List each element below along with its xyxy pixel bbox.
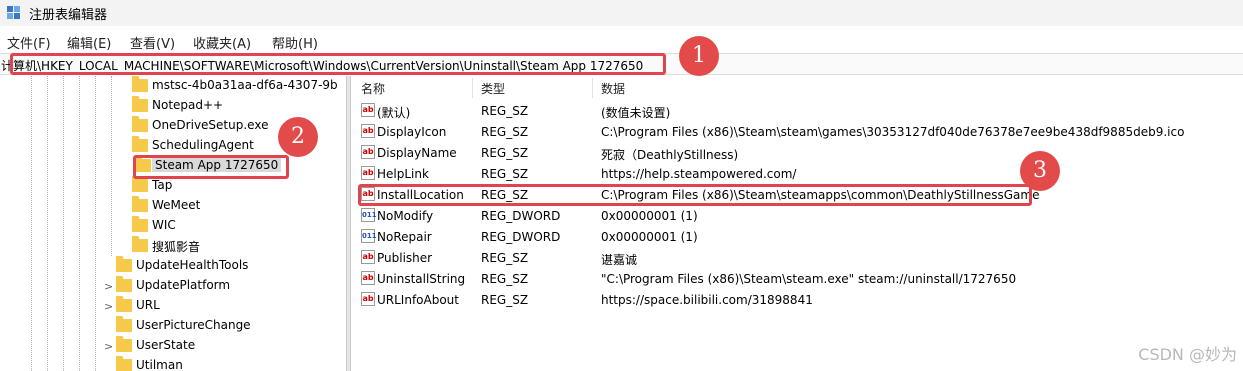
expand-chevron-icon[interactable]: > <box>104 340 113 353</box>
tree-highlight-box <box>133 155 289 179</box>
string-value-icon: ab <box>361 271 375 285</box>
folder-icon <box>132 96 148 112</box>
folder-icon <box>116 356 132 371</box>
regedit-icon <box>7 6 21 20</box>
watermark: CSDN @妙为 <box>1138 345 1237 364</box>
string-value-icon: ab <box>361 250 375 264</box>
folder-icon <box>132 176 148 192</box>
dword-value-icon: 011 <box>361 229 377 243</box>
column-header-data[interactable]: 数据 <box>601 80 625 97</box>
menu-favorites[interactable]: 收藏夹(A) <box>193 33 251 52</box>
folder-icon <box>116 296 132 312</box>
value-row[interactable]: ab DisplayName REG_SZ 死寂（DeathlyStillness) <box>352 143 1243 164</box>
folder-icon <box>132 136 148 152</box>
column-header-name[interactable]: 名称 <box>361 80 385 97</box>
value-row[interactable]: 011 NoRepair REG_DWORD 0x00000001 (1) <box>352 227 1243 248</box>
expand-chevron-icon[interactable]: > <box>104 280 113 293</box>
title-bar: 注册表编辑器 <box>0 0 1243 26</box>
annotation-badge-3: 3 <box>1020 151 1060 191</box>
folder-icon <box>132 196 148 212</box>
value-row[interactable]: 011 NoModify REG_DWORD 0x00000001 (1) <box>352 206 1243 227</box>
expand-chevron-icon[interactable]: > <box>104 300 113 313</box>
pane-splitter[interactable] <box>346 76 351 371</box>
window-title: 注册表编辑器 <box>29 8 108 23</box>
folder-icon <box>116 276 132 292</box>
install-location-highlight-box <box>358 184 1032 206</box>
menu-file[interactable]: 文件(F) <box>7 33 51 52</box>
folder-icon <box>132 216 148 232</box>
menu-edit[interactable]: 编辑(E) <box>67 33 111 52</box>
string-value-icon: ab <box>361 124 375 138</box>
string-value-icon: ab <box>361 166 375 180</box>
folder-icon <box>116 256 132 272</box>
folder-icon <box>116 316 132 332</box>
value-row[interactable]: ab URLInfoAbout REG_SZ https://space.bilibi… <box>352 290 1243 311</box>
menu-help[interactable]: 帮助(H) <box>272 33 318 52</box>
folder-icon <box>116 336 132 352</box>
annotation-badge-1: 1 <box>679 36 719 76</box>
address-highlight-box <box>10 53 666 75</box>
dword-value-icon: 011 <box>361 208 377 222</box>
folder-icon <box>132 116 148 132</box>
value-row[interactable]: ab (默认) REG_SZ (数值未设置) <box>352 101 1243 122</box>
column-header-type[interactable]: 类型 <box>481 80 505 97</box>
annotation-badge-2: 2 <box>278 117 318 157</box>
values-list: 名称 类型 数据 ab (默认) REG_SZ (数值未设置) ab DisplayIc… <box>352 76 1243 371</box>
string-value-icon: ab <box>361 103 375 117</box>
value-row[interactable]: ab DisplayIcon REG_SZ C:\Program Files (x86… <box>352 122 1243 143</box>
value-row[interactable]: ab UninstallString REG_SZ "C:\Program Files… <box>352 269 1243 290</box>
menu-view[interactable]: 查看(V) <box>130 33 175 52</box>
folder-icon <box>132 236 148 252</box>
string-value-icon: ab <box>361 292 375 306</box>
menu-bar: 文件(F) 编辑(E) 查看(V) 收藏夹(A) 帮助(H) <box>0 31 1243 52</box>
value-row[interactable]: ab Publisher REG_SZ 谌嘉诚 <box>352 248 1243 269</box>
folder-icon <box>132 76 148 92</box>
string-value-icon: ab <box>361 145 375 159</box>
value-row[interactable]: ab HelpLink REG_SZ https://help.steampowere… <box>352 164 1243 185</box>
